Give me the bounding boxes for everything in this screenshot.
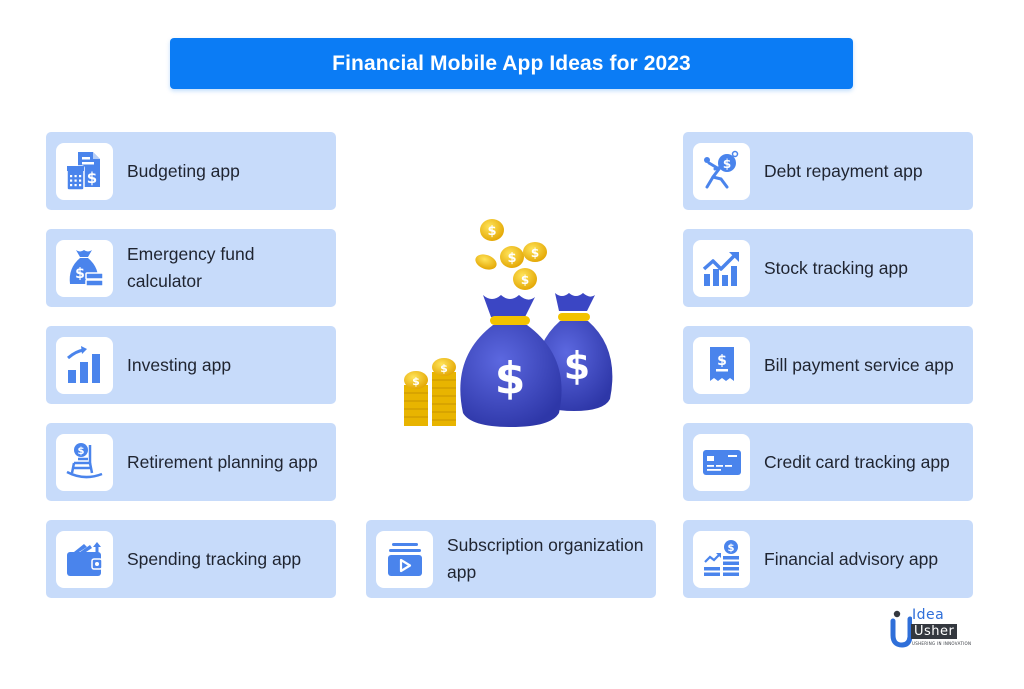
card-label: Financial advisory app [764,548,939,569]
card-stock-tracking-app: Stock tracking app [683,229,973,307]
svg-text:$: $ [86,169,96,187]
debt-burden-icon: $ [693,142,750,200]
idea-usher-logo: Idea Usher USHERING IN INNOVATION [890,607,990,651]
logo-text-usher: Usher [911,624,958,639]
card-label: Emergency fund calculator [127,244,255,291]
svg-text:$: $ [487,224,496,239]
growth-bar-chart-icon [56,336,113,394]
svg-text:$: $ [521,273,529,287]
svg-text:$: $ [722,157,730,171]
logo-text-idea: Idea [912,607,945,623]
coin-stack-icon: $ [432,358,456,426]
card-label: Spending tracking app [127,548,302,569]
svg-text:$: $ [531,246,539,260]
card-financial-advisory-app: $ Financial advisory app [683,520,973,598]
logo-u-icon [890,610,912,648]
card-label: Bill payment service app [764,354,954,375]
card-debt-repayment-app: $ Debt repayment app [683,132,973,210]
coin-icon: $ [513,268,537,290]
card-credit-card-tracking-app: Credit card tracking app [683,423,973,501]
svg-text:$: $ [727,543,734,554]
card-bill-payment-service-app: $ Bill payment service app [683,326,973,404]
card-investing-app: Investing app [46,326,336,404]
coin-icon: $ [500,246,524,268]
svg-text:$: $ [77,446,84,457]
card-retirement-planning-app: $ Retirement planning app [46,423,336,501]
svg-text:$: $ [75,266,85,282]
rocking-chair-icon: $ [56,433,113,491]
card-spending-tracking-app: Spending tracking app [46,520,336,598]
card-label: Retirement planning app [127,451,318,472]
svg-text:$: $ [495,353,526,404]
logo-tagline: USHERING IN INNOVATION [912,641,972,646]
subscription-play-icon [376,530,433,588]
money-bag-front: $ [460,295,562,427]
card-label: Investing app [127,354,232,375]
svg-text:$: $ [440,362,448,375]
card-budgeting-app: $ Budgeting app [46,132,336,210]
page-title: Financial Mobile App Ideas for 2023 [332,51,691,75]
money-bag-icon: $ [56,239,113,297]
svg-text:$: $ [564,344,590,388]
card-label: Subscription organization app [447,535,644,582]
svg-text:$: $ [717,353,727,369]
coin-icon: $ [480,219,504,241]
card-label: Budgeting app [127,160,240,181]
card-subscription-organization-app: Subscription organization app [366,520,656,598]
coin-stack-icon: $ [404,371,428,426]
svg-text:$: $ [507,251,516,266]
coin-stack-trend-icon: $ [693,530,750,588]
card-label: Stock tracking app [764,257,908,278]
wallet-icon [56,530,113,588]
title-banner: Financial Mobile App Ideas for 2023 [170,38,853,89]
coin-icon: $ [523,242,547,262]
budget-calculator-icon: $ [56,142,113,200]
money-bags-illustration: $ $ $ $ $ $ $ $ [395,215,625,440]
card-emergency-fund-calculator: $ Emergency fund calculator [46,229,336,307]
svg-text:$: $ [412,375,420,388]
coin-icon [475,254,497,270]
stock-chart-icon [693,239,750,297]
card-label: Credit card tracking app [764,451,950,472]
receipt-icon: $ [693,336,750,394]
credit-card-icon [693,433,750,491]
card-label: Debt repayment app [764,160,923,181]
